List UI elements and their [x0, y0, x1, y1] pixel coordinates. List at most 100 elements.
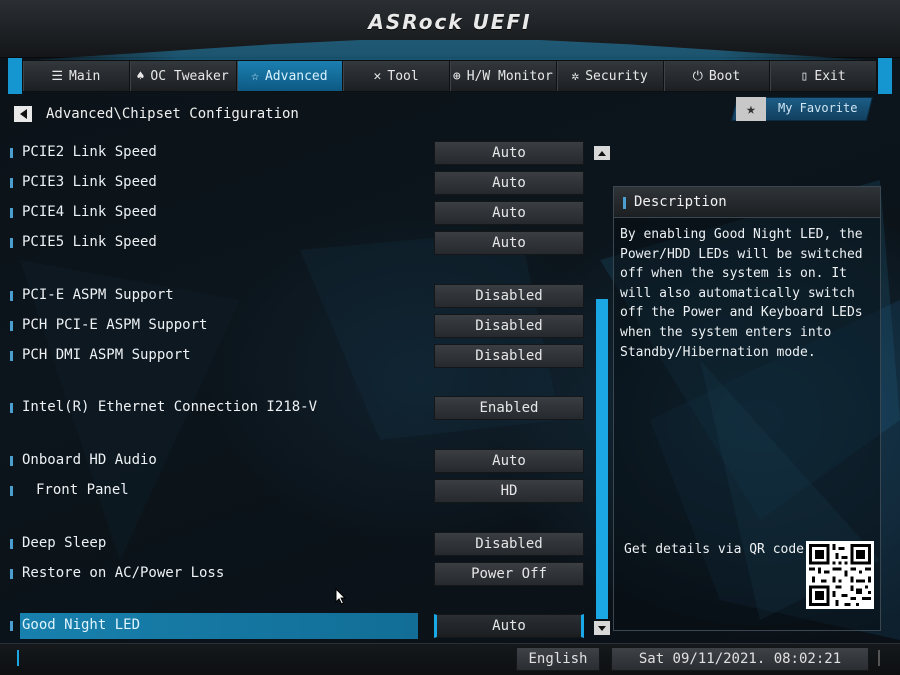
setting-label: Restore on AC/Power Loss: [22, 565, 225, 581]
language-button[interactable]: English: [516, 647, 600, 671]
tabbar-right-wing: [878, 58, 892, 94]
tab-tool-label: Tool: [387, 68, 419, 84]
scrollbar-thumb[interactable]: [596, 299, 608, 619]
footer-left-marker: [17, 650, 19, 666]
mouse-cursor-icon: [335, 588, 347, 605]
footer-right-marker: [878, 650, 880, 666]
setting-label: PCIE4 Link Speed: [22, 204, 157, 220]
setting-value-dropdown[interactable]: Auto: [434, 201, 584, 225]
monitor-icon: ⊕: [452, 68, 461, 84]
tabbar-left-wing: [8, 58, 22, 94]
row-marker: [10, 351, 13, 361]
setting-label: PCIE2 Link Speed: [22, 144, 157, 160]
tab-advanced-label: Advanced: [264, 68, 328, 84]
tab-security-label: Security: [585, 68, 648, 84]
rocket-icon: ♠: [136, 68, 145, 84]
setting-label: Front Panel: [36, 482, 129, 498]
scroll-up-button[interactable]: [594, 146, 610, 160]
setting-row-pcie-aspm-support[interactable]: PCI-E ASPM Support Disabled: [0, 284, 590, 308]
asrock-logo: ASRock UEFI: [368, 10, 532, 34]
tab-hw-monitor-label: H/W Monitor: [466, 68, 553, 84]
setting-row-pcie5-link-speed[interactable]: PCIE5 Link Speed Auto: [0, 231, 590, 255]
setting-label: Deep Sleep: [22, 535, 107, 551]
tab-tool[interactable]: ✕ Tool: [343, 61, 450, 91]
setting-label: Onboard HD Audio: [22, 452, 157, 468]
row-marker: [10, 291, 13, 301]
setting-row-deep-sleep[interactable]: Deep Sleep Disabled: [0, 532, 590, 556]
tool-icon: ✕: [373, 68, 382, 84]
setting-row-pcie2-link-speed[interactable]: PCIE2 Link Speed Auto: [0, 141, 590, 165]
setting-value-dropdown[interactable]: Auto: [434, 171, 584, 195]
qr-code: [806, 541, 874, 609]
setting-label: Intel(R) Ethernet Connection I218-V: [22, 399, 318, 415]
setting-row-onboard-hd-audio[interactable]: Onboard HD Audio Auto: [0, 449, 590, 473]
tab-boot-label: Boot: [708, 68, 741, 84]
setting-label: PCH PCI-E ASPM Support: [22, 317, 208, 333]
row-marker: [10, 539, 13, 549]
tab-main-label: Main: [69, 68, 101, 84]
setting-label: Good Night LED: [22, 617, 141, 633]
row-marker: [10, 456, 13, 466]
setting-row-restore-on-ac-power-loss[interactable]: Restore on AC/Power Loss Power Off: [0, 562, 590, 586]
setting-label: PCH DMI ASPM Support: [22, 347, 191, 363]
setting-label: PCIE5 Link Speed: [22, 234, 157, 250]
breadcrumb: Advanced\Chipset Configuration: [46, 106, 299, 122]
arrow-up-icon: [598, 150, 606, 156]
tab-oc-tweaker-label: OC Tweaker: [150, 68, 229, 84]
row-marker: [10, 148, 13, 158]
chevron-left-icon: [19, 109, 27, 119]
qr-label: Get details via QR code: [624, 542, 805, 557]
tab-advanced[interactable]: ☆ Advanced: [236, 61, 344, 91]
row-marker: [10, 486, 13, 496]
description-title: Description: [634, 194, 727, 210]
header-bar: ASRock UEFI: [0, 0, 900, 62]
power-icon: ⏻: [692, 68, 703, 84]
setting-value-dropdown[interactable]: Power Off: [434, 562, 584, 586]
row-marker: [10, 238, 13, 248]
tab-exit-label: Exit: [814, 68, 846, 84]
row-marker: [10, 178, 13, 188]
arrow-down-icon: [598, 625, 606, 631]
setting-value-dropdown[interactable]: Disabled: [434, 314, 584, 338]
tab-oc-tweaker[interactable]: ♠ OC Tweaker: [130, 61, 237, 91]
setting-row-pch-dmi-aspm-support[interactable]: PCH DMI ASPM Support Disabled: [0, 344, 590, 368]
setting-value-dropdown[interactable]: Enabled: [434, 396, 584, 420]
setting-value-dropdown[interactable]: HD: [434, 479, 584, 503]
exit-icon: ▯: [800, 68, 809, 84]
setting-value-dropdown[interactable]: Auto: [434, 614, 584, 638]
setting-row-pcie4-link-speed[interactable]: PCIE4 Link Speed Auto: [0, 201, 590, 225]
my-favorite-label[interactable]: My Favorite: [778, 101, 857, 115]
row-marker: [10, 403, 13, 413]
setting-value-dropdown[interactable]: Disabled: [434, 344, 584, 368]
scroll-down-button[interactable]: [594, 621, 610, 635]
star-icon: ☆: [251, 68, 259, 84]
row-marker: [10, 621, 13, 631]
description-text: By enabling Good Night LED, the Power/HD…: [620, 227, 863, 360]
row-marker: [10, 321, 13, 331]
tab-security[interactable]: ✲ Security: [557, 61, 664, 91]
setting-row-intel-ethernet[interactable]: Intel(R) Ethernet Connection I218-V Enab…: [0, 396, 590, 420]
main-tab-bar: ☰ Main ♠ OC Tweaker ☆ Advanced ✕ Tool ⊕ …: [22, 60, 878, 92]
tab-boot[interactable]: ⏻ Boot: [664, 61, 771, 91]
setting-value-dropdown[interactable]: Disabled: [434, 532, 584, 556]
setting-value-dropdown[interactable]: Disabled: [434, 284, 584, 308]
setting-row-pch-pcie-aspm-support[interactable]: PCH PCI-E ASPM Support Disabled: [0, 314, 590, 338]
row-marker: [10, 208, 13, 218]
setting-row-pcie3-link-speed[interactable]: PCIE3 Link Speed Auto: [0, 171, 590, 195]
tab-main[interactable]: ☰ Main: [23, 61, 130, 91]
setting-value-dropdown[interactable]: Auto: [434, 449, 584, 473]
header-marker: [623, 197, 626, 209]
back-button[interactable]: [14, 106, 32, 122]
shield-icon: ✲: [571, 68, 580, 84]
favorite-star-icon[interactable]: ★: [736, 97, 766, 121]
menu-icon: ☰: [51, 68, 64, 84]
setting-row-good-night-led[interactable]: Good Night LED Auto: [0, 613, 590, 639]
row-marker: [10, 569, 13, 579]
tab-hw-monitor[interactable]: ⊕ H/W Monitor: [450, 61, 557, 91]
header-glow: [0, 40, 900, 62]
tab-exit[interactable]: ▯ Exit: [770, 61, 877, 91]
qr-code-graphic: [809, 544, 871, 606]
setting-row-front-panel[interactable]: Front Panel HD: [0, 479, 590, 503]
setting-value-dropdown[interactable]: Auto: [434, 141, 584, 165]
setting-value-dropdown[interactable]: Auto: [434, 231, 584, 255]
